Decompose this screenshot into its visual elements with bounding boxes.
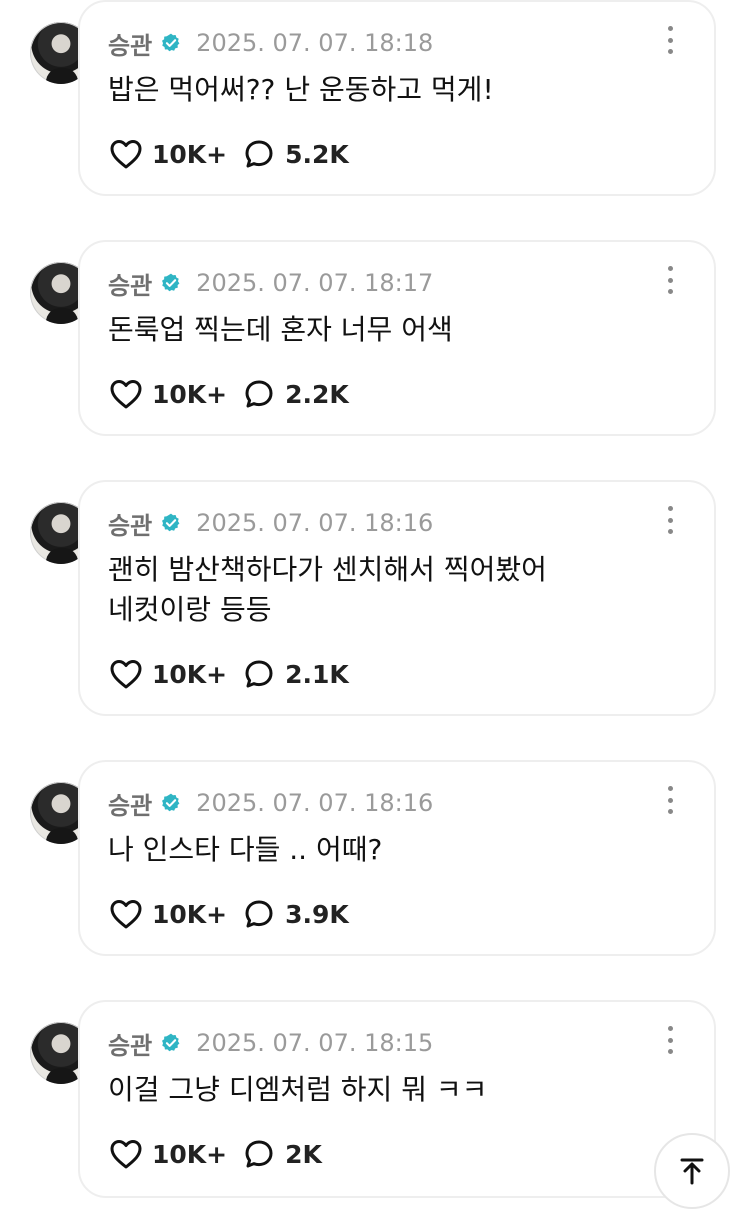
- more-vertical-icon[interactable]: [664, 266, 676, 294]
- post-bubble[interactable]: 승관 2025. 07. 07. 18:16 나 인스타 다들 .. 어때? 1…: [78, 760, 716, 956]
- like-button[interactable]: 10K+: [108, 136, 227, 172]
- post-bubble[interactable]: 승관 2025. 07. 07. 18:15 이걸 그냥 디엠처럼 하지 뭐 ㅋ…: [78, 1000, 716, 1198]
- post-timestamp: 2025. 07. 07. 18:17: [196, 269, 434, 297]
- message-feed: 승관 2025. 07. 07. 18:18 밥은 먹어써?? 난 운동하고 먹…: [0, 0, 750, 1209]
- post-header: 승관 2025. 07. 07. 18:15: [108, 1026, 433, 1060]
- like-count: 10K+: [152, 899, 228, 929]
- comment-button[interactable]: 3.9K: [241, 896, 349, 932]
- like-button[interactable]: 10K+: [108, 1136, 227, 1172]
- like-button[interactable]: 10K+: [108, 656, 227, 692]
- more-vertical-icon[interactable]: [664, 1026, 676, 1054]
- post-actions: 10K+ 3.9K: [108, 896, 349, 932]
- comment-button[interactable]: 2.1K: [241, 656, 349, 692]
- post-text: 돈룩업 찍는데 혼자 너무 어색: [108, 313, 453, 346]
- author-name: 승관: [108, 511, 153, 540]
- post-actions: 10K+ 5.2K: [108, 136, 349, 172]
- like-count: 10K+: [152, 379, 228, 409]
- more-vertical-icon[interactable]: [664, 786, 676, 814]
- like-button[interactable]: 10K+: [108, 896, 227, 932]
- comment-bubble-icon: [245, 140, 273, 168]
- comment-count: 2.2K: [285, 379, 349, 409]
- heart-icon: [110, 900, 142, 929]
- post-header: 승관 2025. 07. 07. 18:16: [108, 506, 433, 540]
- like-button[interactable]: 10K+: [108, 376, 227, 412]
- verified-badge-icon: [162, 33, 180, 52]
- post-timestamp: 2025. 07. 07. 18:16: [196, 509, 434, 537]
- post-header: 승관 2025. 07. 07. 18:18: [108, 26, 433, 60]
- comment-count: 3.9K: [285, 899, 349, 929]
- post-actions: 10K+ 2.2K: [108, 376, 349, 412]
- comment-button[interactable]: 5.2K: [241, 136, 349, 172]
- post-actions: 10K+ 2.1K: [108, 656, 349, 692]
- post-text: 이걸 그냥 디엠처럼 하지 뭐 ㅋㅋ: [108, 1073, 488, 1106]
- author-name: 승관: [108, 271, 153, 300]
- scroll-to-top-button[interactable]: [654, 1133, 730, 1209]
- more-vertical-icon[interactable]: [664, 506, 676, 534]
- comment-button[interactable]: 2.2K: [241, 376, 349, 412]
- comment-bubble-icon: [245, 380, 273, 408]
- post-bubble[interactable]: 승관 2025. 07. 07. 18:18 밥은 먹어써?? 난 운동하고 먹…: [78, 0, 716, 196]
- comment-count: 2K: [285, 1139, 322, 1169]
- like-count: 10K+: [152, 659, 228, 689]
- comment-bubble-icon: [245, 1140, 273, 1168]
- comment-bubble-icon: [245, 660, 273, 688]
- post-text: 괜히 밤산책하다가 센치해서 찍어봤어 네컷이랑 등등: [108, 553, 547, 626]
- like-count: 10K+: [152, 1139, 228, 1169]
- post-timestamp: 2025. 07. 07. 18:18: [196, 29, 434, 57]
- comment-bubble-icon: [245, 900, 273, 928]
- verified-badge-icon: [162, 1033, 180, 1052]
- post-header: 승관 2025. 07. 07. 18:17: [108, 266, 433, 300]
- post-timestamp: 2025. 07. 07. 18:15: [196, 1029, 434, 1057]
- like-count: 10K+: [152, 139, 228, 169]
- heart-icon: [110, 140, 142, 169]
- heart-icon: [110, 380, 142, 409]
- verified-badge-icon: [162, 513, 180, 532]
- verified-badge-icon: [162, 793, 180, 812]
- author-name: 승관: [108, 1031, 153, 1060]
- comment-button[interactable]: 2K: [241, 1136, 322, 1172]
- comment-count: 5.2K: [285, 139, 349, 169]
- verified-badge-icon: [162, 273, 180, 292]
- post-header: 승관 2025. 07. 07. 18:16: [108, 786, 433, 820]
- heart-icon: [110, 660, 142, 689]
- post-timestamp: 2025. 07. 07. 18:16: [196, 789, 434, 817]
- comment-count: 2.1K: [285, 659, 349, 689]
- arrow-up-icon: [680, 1158, 704, 1185]
- author-name: 승관: [108, 791, 153, 820]
- heart-icon: [110, 1140, 142, 1169]
- post-actions: 10K+ 2K: [108, 1136, 322, 1172]
- more-vertical-icon[interactable]: [664, 26, 676, 54]
- post-bubble[interactable]: 승관 2025. 07. 07. 18:16 괜히 밤산책하다가 센치해서 찍어…: [78, 480, 716, 716]
- post-bubble[interactable]: 승관 2025. 07. 07. 18:17 돈룩업 찍는데 혼자 너무 어색 …: [78, 240, 716, 436]
- post-text: 나 인스타 다들 .. 어때?: [108, 833, 383, 866]
- author-name: 승관: [108, 31, 153, 60]
- post-text: 밥은 먹어써?? 난 운동하고 먹게!: [108, 73, 494, 106]
